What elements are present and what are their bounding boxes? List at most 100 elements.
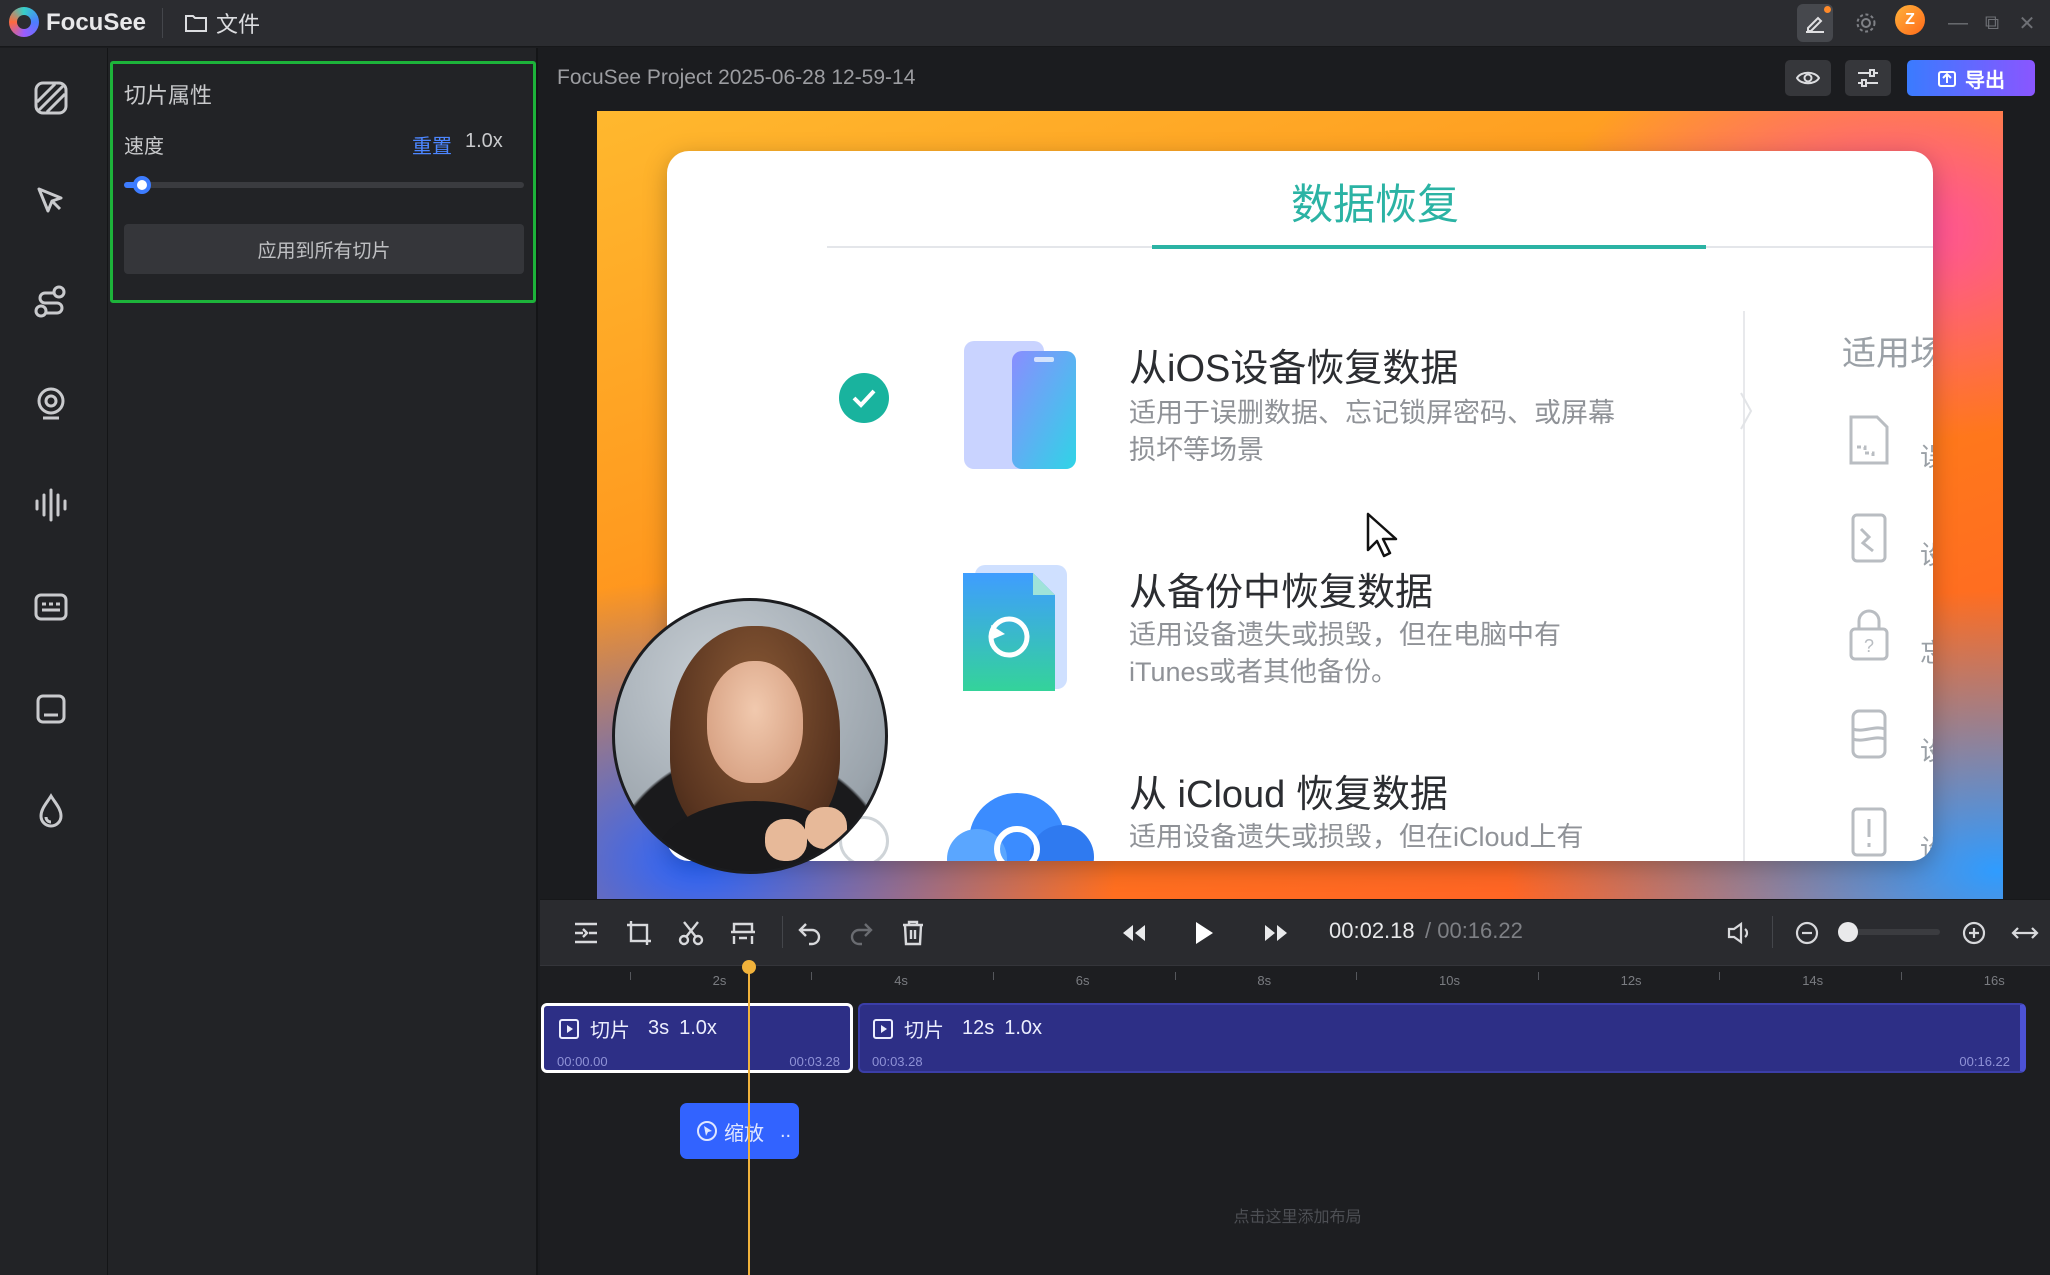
zoom-in-icon[interactable] <box>1956 915 1992 951</box>
zoom-target-icon <box>697 1121 717 1141</box>
close-icon[interactable]: ✕ <box>2012 8 2042 38</box>
captions-icon[interactable] <box>28 584 74 630</box>
speed-slider-thumb[interactable] <box>133 176 151 194</box>
playhead-handle[interactable] <box>742 960 756 974</box>
scenario-icon-1 <box>1847 413 1891 467</box>
clip-2-end: 00:16.22 <box>1959 1054 2010 1069</box>
ruler-label: 12s <box>1620 973 1642 988</box>
playhead[interactable] <box>748 965 750 1275</box>
title-bar <box>0 0 2050 47</box>
webcam-hand-right <box>805 807 847 849</box>
add-layout-hint[interactable]: 点击这里添加布局 <box>0 1203 2050 1227</box>
rewind-icon[interactable] <box>1116 915 1152 951</box>
ruler-tick <box>993 972 994 980</box>
timeline-clip-1[interactable]: 切片 3s 1.0x 00:00.00 00:03.28 <box>541 1003 853 1073</box>
clip-1-header: 切片 3s 1.0x <box>558 1014 717 1043</box>
tool-rail <box>0 48 108 1275</box>
backup-file-icon <box>957 561 1077 693</box>
export-label: 导出 <box>1965 69 2005 92</box>
audio-icon[interactable] <box>28 482 74 528</box>
crop-icon[interactable] <box>621 915 657 951</box>
chevron-right-icon <box>1740 392 1753 430</box>
clip-video-icon <box>559 1018 579 1039</box>
apply-to-all-clips-button[interactable]: 应用到所有切片 <box>124 224 524 274</box>
zoom-segment[interactable]: 缩放 .. <box>680 1103 799 1159</box>
cursor-icon[interactable] <box>28 178 74 224</box>
app-name: FocuSee <box>46 9 147 36</box>
ruler-label: 6s <box>1075 973 1090 988</box>
recording-heading: 数据恢复 <box>1290 181 1459 228</box>
layout-icon[interactable] <box>28 686 74 732</box>
zoom-segment-more: .. <box>780 1119 792 1142</box>
ruler-tick <box>629 972 631 980</box>
timeline-clip-2[interactable]: 切片 12s 1.0x 00:03.28 00:16.22 <box>858 1003 2026 1073</box>
preview-button[interactable] <box>1785 60 1831 96</box>
svg-text:?: ? <box>1864 636 1874 656</box>
scenario-text-4: 设 <box>1920 731 1933 768</box>
speed-slider-track[interactable] <box>124 182 524 188</box>
app-logo <box>9 7 39 37</box>
phone-icon <box>962 337 1078 473</box>
file-menu[interactable]: 文件 <box>184 6 260 40</box>
volume-icon[interactable] <box>1721 915 1757 951</box>
annotate-button[interactable] <box>1797 4 1833 42</box>
zoom-out-icon[interactable] <box>1789 915 1825 951</box>
clip-2-start: 00:03.28 <box>872 1054 923 1069</box>
webcam-face <box>707 661 803 783</box>
redo-icon[interactable] <box>843 915 879 951</box>
background-icon[interactable] <box>28 75 74 121</box>
fast-forward-icon[interactable] <box>1258 915 1294 951</box>
camera-icon[interactable] <box>28 380 74 426</box>
motion-path-icon[interactable] <box>28 279 74 325</box>
ruler-label: 8s <box>1257 973 1272 988</box>
scenario-icon-4 <box>1847 707 1891 761</box>
fit-width-icon[interactable] <box>2007 915 2043 951</box>
current-time: 00:02.18 <box>1329 918 1415 943</box>
option-2-desc: 适用设备遗失或损毁，但在电脑中有iTunes或者其他备份。 <box>1129 620 1561 687</box>
webcam-overlay[interactable] <box>612 598 888 874</box>
clip-2-speed: 1.0x <box>1004 1017 1043 1039</box>
split-icon[interactable] <box>568 915 604 951</box>
scenario-icon-5 <box>1847 805 1891 859</box>
scissors-icon[interactable] <box>673 915 709 951</box>
pen-icon <box>1806 16 1824 33</box>
maximize-icon[interactable]: ⧉ <box>1977 8 2007 38</box>
delete-icon[interactable] <box>895 915 931 951</box>
ruler-tick <box>811 972 813 980</box>
clip-1-speed: 1.0x <box>679 1017 717 1039</box>
ruler-baseline <box>540 965 2050 966</box>
option-3-desc: 适用设备遗失或损毁，但在iCloud上有 <box>1129 822 1584 852</box>
ruler-label: 4s <box>894 973 908 988</box>
option-1-title: 从iOS设备恢复数据 <box>1129 348 1459 390</box>
user-avatar[interactable]: Z <box>1895 5 1925 35</box>
icloud-icon <box>937 781 1107 861</box>
minimize-icon[interactable]: — <box>1943 8 1973 38</box>
mouse-cursor-icon <box>1366 512 1398 558</box>
undo-icon[interactable] <box>792 915 828 951</box>
timeline-zoom-thumb[interactable] <box>1838 922 1858 942</box>
settings-button[interactable] <box>1848 4 1884 42</box>
export-button[interactable]: 导出 <box>1907 60 2035 96</box>
play-icon[interactable] <box>1186 915 1222 951</box>
clip-video-icon <box>873 1018 893 1039</box>
sliders-icon <box>1858 69 1878 87</box>
toolbar-divider <box>782 916 783 948</box>
folder-icon <box>185 15 207 32</box>
scenario-text-1: 误 <box>1920 437 1933 474</box>
watermark-icon[interactable] <box>28 788 74 834</box>
reset-speed-button[interactable]: 重置 <box>412 130 452 159</box>
ruler-label: 16s <box>1983 973 2005 988</box>
title-divider <box>162 8 163 38</box>
freeze-frame-icon[interactable] <box>725 915 761 951</box>
file-menu-label: 文件 <box>216 12 261 37</box>
option-1-desc: 适用于误删数据、忘记锁屏密码、或屏幕损坏等场景 <box>1129 398 1615 465</box>
ruler-tick <box>1537 972 1539 980</box>
speed-value: 1.0x <box>465 130 503 152</box>
scenario-text-3: 忘 <box>1920 633 1933 670</box>
option-3-title: 从 iCloud 恢复数据 <box>1129 774 1448 816</box>
scenario-text-2: 设 <box>1920 535 1933 572</box>
scenario-text-5: 设 <box>1920 829 1933 861</box>
side-heading: 适用场 <box>1842 335 1933 373</box>
scenario-icon-2 <box>1847 511 1891 565</box>
adjust-button[interactable] <box>1845 60 1891 96</box>
